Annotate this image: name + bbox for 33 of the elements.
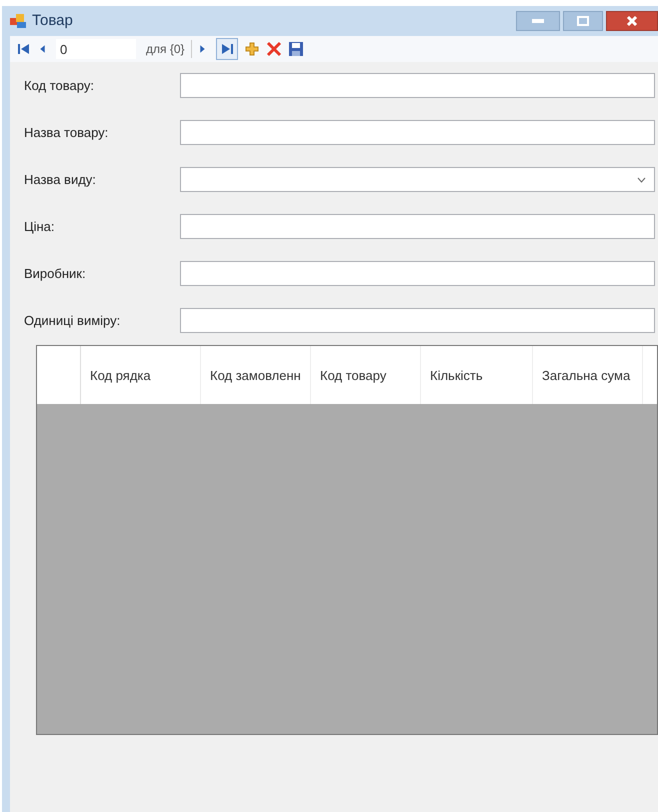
close-button[interactable]: [606, 11, 658, 31]
column-header[interactable]: Загальна сума: [533, 346, 643, 404]
first-record-icon[interactable]: [16, 41, 32, 57]
add-icon[interactable]: [244, 41, 260, 57]
app-icon: [10, 13, 28, 29]
column-header[interactable]: Кількість: [421, 346, 533, 404]
text-field[interactable]: [180, 308, 655, 333]
field-label: Одиниці виміру:: [23, 312, 122, 330]
maximize-icon: [577, 16, 589, 26]
maximize-button[interactable]: [563, 11, 603, 31]
record-count: для {0}: [146, 41, 185, 58]
delete-icon[interactable]: [266, 41, 282, 57]
save-icon[interactable]: [288, 41, 304, 57]
minimize-icon: [532, 19, 544, 23]
window-title: Товар: [32, 10, 73, 31]
text-field[interactable]: [180, 120, 655, 145]
text-field[interactable]: [180, 73, 655, 98]
text-field[interactable]: [180, 214, 655, 239]
minimize-button[interactable]: [516, 11, 560, 31]
position-field[interactable]: 0: [56, 39, 136, 59]
field-label: Назва виду:: [23, 170, 97, 189]
column-header[interactable]: Код рядка: [81, 346, 201, 404]
last-record-button[interactable]: [216, 38, 238, 60]
field-label: Ціна:: [23, 218, 56, 236]
field-label: Назва товару:: [23, 124, 110, 142]
field-label: Виробник:: [23, 264, 87, 283]
dropdown-field[interactable]: [180, 167, 655, 192]
text-field[interactable]: [180, 261, 655, 286]
chevron-down-icon: [637, 176, 646, 182]
field-label: Код товару:: [23, 76, 95, 95]
close-icon: [626, 15, 638, 27]
column-header[interactable]: Код замовленн: [201, 346, 311, 404]
column-header[interactable]: Код товару: [311, 346, 421, 404]
